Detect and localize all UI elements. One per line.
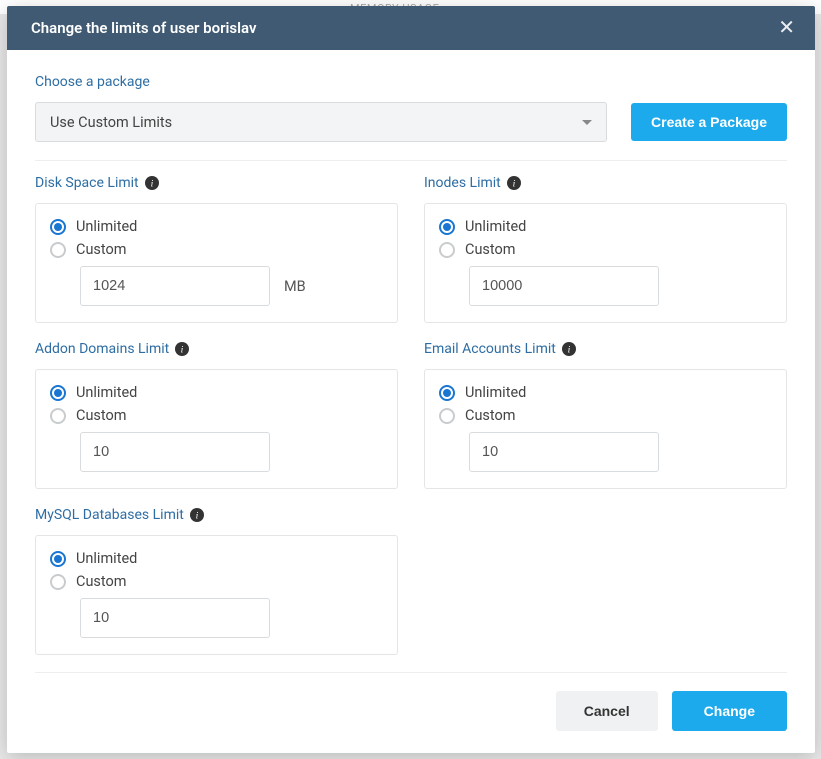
package-row: Use Custom Limits Create a Package — [35, 102, 787, 161]
inodes-custom-input[interactable] — [469, 266, 659, 306]
package-select[interactable]: Use Custom Limits — [35, 102, 607, 142]
mysql-custom-input[interactable] — [80, 598, 270, 638]
disk-custom-radio[interactable]: Custom — [50, 241, 383, 258]
mysql-custom-radio[interactable]: Custom — [50, 573, 383, 590]
package-select-value: Use Custom Limits — [50, 114, 172, 131]
modal-header: Change the limits of user borislav ✕ — [7, 6, 815, 50]
email-custom-input[interactable] — [469, 432, 659, 472]
modal-title: Change the limits of user borislav — [31, 19, 256, 37]
mysql-label: MySQL Databases Limit i — [35, 507, 398, 523]
email-custom-radio[interactable]: Custom — [439, 407, 772, 424]
change-limits-modal: Change the limits of user borislav ✕ Cho… — [7, 6, 815, 753]
radio-icon — [439, 385, 455, 401]
svg-text:i: i — [568, 345, 571, 356]
mysql-unlimited-radio[interactable]: Unlimited — [50, 550, 383, 567]
modal-footer: Cancel Change — [35, 672, 787, 753]
info-icon[interactable]: i — [145, 176, 159, 190]
chevron-down-icon — [582, 120, 592, 125]
radio-icon — [50, 574, 66, 590]
addon-block: Addon Domains Limit i Unlimited Custom — [35, 341, 398, 489]
radio-icon — [50, 551, 66, 567]
radio-icon — [439, 242, 455, 258]
radio-icon — [50, 219, 66, 235]
info-icon[interactable]: i — [562, 342, 576, 356]
email-block: Email Accounts Limit i Unlimited Custom — [424, 341, 787, 489]
disk-unlimited-radio[interactable]: Unlimited — [50, 218, 383, 235]
limits-grid: Disk Space Limit i Unlimited Custom — [35, 175, 787, 655]
modal-body: Choose a package Use Custom Limits Creat… — [7, 50, 815, 672]
info-icon[interactable]: i — [190, 508, 204, 522]
addon-unlimited-radio[interactable]: Unlimited — [50, 384, 383, 401]
disk-custom-input[interactable] — [80, 266, 270, 306]
svg-text:i: i — [196, 511, 199, 522]
radio-icon — [439, 408, 455, 424]
mysql-block: MySQL Databases Limit i Unlimited Custom — [35, 507, 398, 655]
email-unlimited-radio[interactable]: Unlimited — [439, 384, 772, 401]
close-icon[interactable]: ✕ — [774, 18, 799, 38]
radio-icon — [50, 408, 66, 424]
inodes-block: Inodes Limit i Unlimited Custom — [424, 175, 787, 323]
radio-icon — [50, 385, 66, 401]
svg-text:i: i — [181, 345, 184, 356]
inodes-label: Inodes Limit i — [424, 175, 787, 191]
addon-custom-radio[interactable]: Custom — [50, 407, 383, 424]
disk-space-label: Disk Space Limit i — [35, 175, 398, 191]
change-button[interactable]: Change — [672, 691, 787, 731]
inodes-unlimited-radio[interactable]: Unlimited — [439, 218, 772, 235]
disk-unit-label: MB — [284, 278, 306, 295]
addon-custom-input[interactable] — [80, 432, 270, 472]
disk-space-block: Disk Space Limit i Unlimited Custom — [35, 175, 398, 323]
cancel-button[interactable]: Cancel — [556, 691, 658, 731]
email-label: Email Accounts Limit i — [424, 341, 787, 357]
radio-icon — [50, 242, 66, 258]
package-label: Choose a package — [35, 74, 787, 90]
svg-text:i: i — [150, 179, 153, 190]
radio-icon — [439, 219, 455, 235]
inodes-custom-radio[interactable]: Custom — [439, 241, 772, 258]
info-icon[interactable]: i — [175, 342, 189, 356]
addon-label: Addon Domains Limit i — [35, 341, 398, 357]
info-icon[interactable]: i — [507, 176, 521, 190]
create-package-button[interactable]: Create a Package — [631, 103, 787, 141]
svg-text:i: i — [512, 179, 515, 190]
